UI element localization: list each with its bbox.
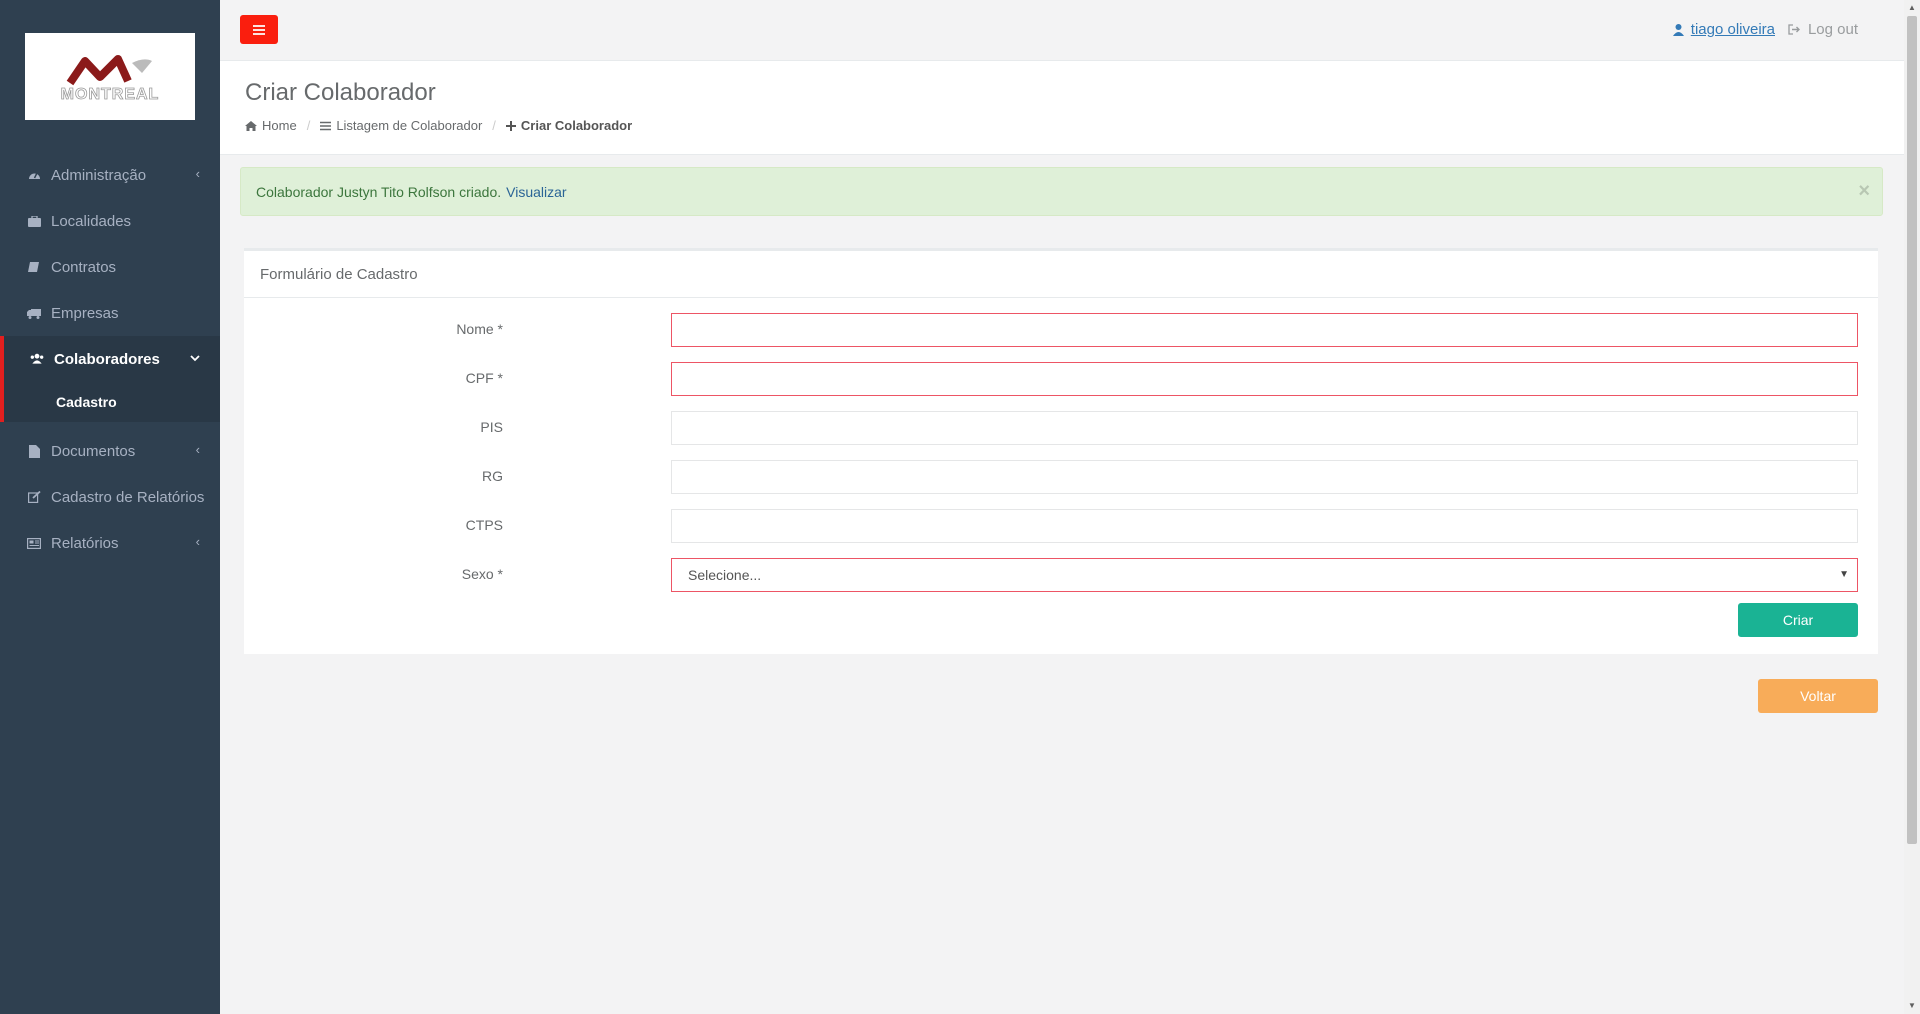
topbar: tiago oliveira Log out bbox=[220, 0, 1904, 61]
alert-view-link[interactable]: Visualizar bbox=[506, 184, 566, 200]
home-icon bbox=[245, 120, 257, 131]
nome-label: Nome * bbox=[456, 321, 503, 337]
logout-link[interactable]: Log out bbox=[1788, 21, 1858, 38]
rg-input[interactable] bbox=[671, 460, 1858, 494]
breadcrumb-home[interactable]: Home bbox=[262, 118, 297, 133]
scroll-thumb[interactable] bbox=[1907, 16, 1917, 844]
sidebar-item-contratos[interactable]: Contratos bbox=[0, 244, 220, 290]
sidebar-item-cadastro-de-relatorios[interactable]: Cadastro de Relatórios bbox=[0, 474, 220, 520]
form-row-cpf: CPF * bbox=[244, 362, 1878, 396]
dashboard-icon bbox=[27, 168, 41, 182]
sidebar-item-label: Cadastro de Relatórios bbox=[51, 488, 205, 506]
sidebar-item-label: Administração bbox=[51, 166, 147, 184]
form-row-rg: RG bbox=[244, 460, 1878, 494]
pis-label: PIS bbox=[480, 419, 503, 435]
criar-button[interactable]: Criar bbox=[1738, 603, 1858, 637]
user-name: tiago oliveira bbox=[1690, 21, 1775, 38]
edit-icon bbox=[27, 490, 41, 504]
close-icon[interactable]: × bbox=[1858, 180, 1870, 203]
logo[interactable]: MONTREAL bbox=[25, 33, 195, 120]
breadcrumb-separator: / bbox=[306, 118, 311, 133]
chevron-left-icon: ‹ bbox=[195, 442, 200, 457]
newspaper-icon bbox=[27, 536, 41, 550]
form-row-nome: Nome * bbox=[244, 313, 1878, 347]
list-icon bbox=[320, 121, 332, 131]
nome-input[interactable] bbox=[671, 313, 1858, 347]
hamburger-icon bbox=[253, 24, 265, 35]
sidebar-item-label: Relatórios bbox=[51, 534, 119, 552]
chevron-left-icon: ‹ bbox=[195, 166, 200, 181]
chevron-down-icon bbox=[190, 350, 200, 365]
sexo-select[interactable]: Selecione... ▼ bbox=[671, 558, 1858, 592]
pis-input[interactable] bbox=[671, 411, 1858, 445]
sidebar-nav: Administração ‹ Localidades Contratos Em… bbox=[0, 152, 220, 566]
suitcase-icon bbox=[27, 214, 41, 228]
sidebar-item-label: Contratos bbox=[51, 258, 117, 276]
svg-text:MONTREAL: MONTREAL bbox=[61, 86, 160, 103]
scroll-up-icon[interactable]: ▲ bbox=[1907, 3, 1917, 13]
sexo-label: Sexo * bbox=[461, 566, 503, 582]
menu-toggle-button[interactable] bbox=[240, 15, 278, 44]
sidebar-item-label: Localidades bbox=[51, 212, 132, 230]
page-heading: Criar Colaborador Home / Listagem de Col… bbox=[220, 61, 1904, 155]
page-title: Criar Colaborador bbox=[245, 79, 436, 106]
truck-icon bbox=[27, 306, 41, 320]
user-icon bbox=[1672, 23, 1684, 36]
sidebar-subitem-label: Cadastro bbox=[56, 394, 117, 410]
chevron-left-icon: ‹ bbox=[195, 534, 200, 549]
sidebar-group-colaboradores: Colaboradores Cadastro bbox=[0, 336, 220, 422]
form-title: Formulário de Cadastro bbox=[244, 251, 1878, 298]
alert-message: Colaborador Justyn Tito Rolfson criado. bbox=[256, 183, 502, 200]
sidebar-item-relatorios[interactable]: Relatórios ‹ bbox=[0, 520, 220, 566]
sidebar-item-label: Colaboradores bbox=[54, 350, 160, 368]
book-icon bbox=[27, 260, 41, 274]
sidebar-subitem-cadastro[interactable]: Cadastro bbox=[4, 382, 220, 422]
sidebar-item-administracao[interactable]: Administração ‹ bbox=[0, 152, 220, 198]
breadcrumb-listagem[interactable]: Listagem de Colaborador bbox=[336, 118, 482, 133]
ctps-label: CTPS bbox=[465, 517, 503, 533]
form-row-ctps: CTPS bbox=[244, 509, 1878, 543]
logout-label: Log out bbox=[1807, 21, 1858, 38]
users-icon bbox=[30, 352, 44, 366]
user-profile-link[interactable]: tiago oliveira bbox=[1672, 21, 1775, 38]
sexo-selected-value: Selecione... bbox=[688, 567, 762, 583]
sidebar-item-documentos[interactable]: Documentos ‹ bbox=[0, 428, 220, 474]
caret-down-icon: ▼ bbox=[1839, 569, 1849, 580]
rg-label: RG bbox=[482, 468, 503, 484]
file-icon bbox=[27, 444, 41, 458]
form-panel: Formulário de Cadastro Nome * CPF * PIS … bbox=[244, 248, 1878, 654]
sidebar-item-label: Documentos bbox=[51, 442, 136, 460]
plus-icon bbox=[505, 120, 516, 131]
sidebar: MONTREAL Administração ‹ Localidades Con… bbox=[0, 0, 220, 1014]
ctps-input[interactable] bbox=[671, 509, 1858, 543]
sidebar-item-label: Empresas bbox=[51, 304, 119, 322]
sidebar-item-colaboradores[interactable]: Colaboradores bbox=[4, 336, 220, 382]
cpf-label: CPF * bbox=[465, 370, 503, 386]
form-row-sexo: Sexo * Selecione... ▼ bbox=[244, 558, 1878, 592]
success-alert: Colaborador Justyn Tito Rolfson criado. … bbox=[240, 167, 1883, 216]
voltar-button[interactable]: Voltar bbox=[1758, 679, 1878, 713]
sidebar-item-localidades[interactable]: Localidades bbox=[0, 198, 220, 244]
scroll-down-icon[interactable]: ▼ bbox=[1907, 1001, 1917, 1011]
page-scrollbar[interactable]: ▲ ▼ bbox=[1904, 0, 1920, 1014]
sign-out-icon bbox=[1788, 24, 1800, 35]
breadcrumb: Home / Listagem de Colaborador / Criar C… bbox=[245, 118, 632, 133]
cpf-input[interactable] bbox=[671, 362, 1858, 396]
montreal-logo-icon: MONTREAL bbox=[60, 54, 160, 103]
breadcrumb-current: Criar Colaborador bbox=[520, 118, 633, 133]
form-row-pis: PIS bbox=[244, 411, 1878, 445]
sidebar-item-empresas[interactable]: Empresas bbox=[0, 290, 220, 336]
breadcrumb-separator: / bbox=[492, 118, 496, 133]
